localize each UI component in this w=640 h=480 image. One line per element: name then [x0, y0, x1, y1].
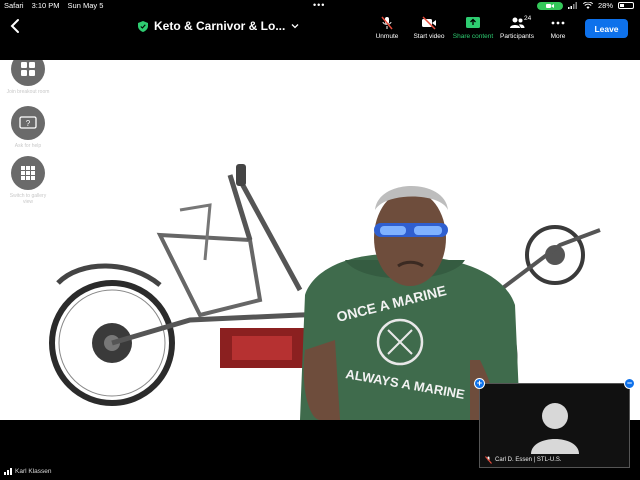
avatar-placeholder-icon	[531, 403, 579, 454]
speaker-name-text: Karl Klassen	[15, 468, 52, 475]
more-button[interactable]: More	[532, 16, 584, 40]
status-left: Safari 3:10 PM Sun May 5	[4, 1, 103, 10]
zoom-meeting-screen: Safari 3:10 PM Sun May 5 ••• 28% Keto & …	[0, 0, 640, 480]
meeting-toolbar: Keto & Carnivor & Lo... Unmute Start vid…	[0, 12, 640, 58]
ios-status-bar: Safari 3:10 PM Sun May 5 ••• 28%	[0, 0, 640, 12]
status-app: Safari	[4, 1, 24, 10]
more-dots-icon	[551, 21, 565, 25]
gallery-icon	[21, 166, 35, 180]
status-date: Sun May 5	[67, 1, 104, 10]
expand-self-view-button[interactable]: +	[474, 378, 485, 389]
self-view-thumbnail[interactable]: Carl D. Essen | STL-U.S.	[479, 383, 630, 468]
video-call-icon	[545, 3, 554, 8]
status-right: 28%	[536, 1, 634, 10]
signal-strength-icon	[4, 468, 12, 475]
wifi-icon	[582, 2, 593, 9]
join-breakout-room-button[interactable]: Join breakout room	[7, 60, 49, 95]
switch-to-gallery-view-label: Switch to gallery view	[9, 193, 47, 205]
active-speaker-video[interactable]: ONCE A MARINE ALWAYS A MARINE Join break…	[0, 60, 640, 420]
cellular-signal-icon	[567, 2, 577, 9]
share-content-label: Share content	[452, 33, 494, 40]
share-screen-icon	[466, 17, 480, 28]
participants-label: Participants	[500, 33, 534, 40]
participants-count: 24	[524, 15, 532, 22]
ask-for-help-label: Ask for help	[14, 143, 42, 149]
virtual-background-trike-image: ONCE A MARINE ALWAYS A MARINE	[49, 164, 601, 420]
shield-check-icon	[138, 20, 148, 32]
ask-for-help-button[interactable]: ? Ask for help	[11, 106, 45, 149]
meeting-title: Keto & Carnivor & Lo...	[154, 19, 286, 33]
join-breakout-room-label: Join breakout room	[6, 89, 50, 95]
back-button[interactable]	[6, 14, 24, 38]
microphone-muted-icon	[485, 456, 492, 464]
battery-icon	[618, 2, 634, 9]
battery-percent: 28%	[597, 1, 613, 10]
multitask-dots[interactable]: •••	[313, 0, 325, 10]
self-view-name-text: Carl D. Essen | STL-U.S.	[495, 457, 562, 463]
start-video-label: Start video	[413, 33, 445, 40]
svg-text:?: ?	[26, 119, 31, 128]
meeting-title-button[interactable]: Keto & Carnivor & Lo...	[138, 19, 299, 33]
call-pill[interactable]	[536, 1, 563, 10]
participants-icon	[510, 17, 525, 28]
leave-button[interactable]: Leave	[585, 19, 628, 38]
minimize-self-view-button[interactable]: −	[624, 378, 635, 389]
help-icon: ?	[19, 116, 37, 129]
chevron-down-icon	[291, 24, 299, 29]
microphone-muted-icon	[381, 16, 393, 30]
video-off-icon	[422, 16, 436, 30]
self-view-name: Carl D. Essen | STL-U.S.	[485, 456, 562, 464]
unmute-label: Unmute	[375, 33, 399, 40]
chevron-left-icon	[10, 19, 19, 33]
speaker-name-label: Karl Klassen	[4, 468, 52, 475]
grid-icon	[21, 62, 35, 76]
status-time: 3:10 PM	[31, 1, 60, 10]
more-label: More	[550, 33, 566, 40]
switch-to-gallery-view-button[interactable]: Switch to gallery view	[10, 156, 46, 205]
